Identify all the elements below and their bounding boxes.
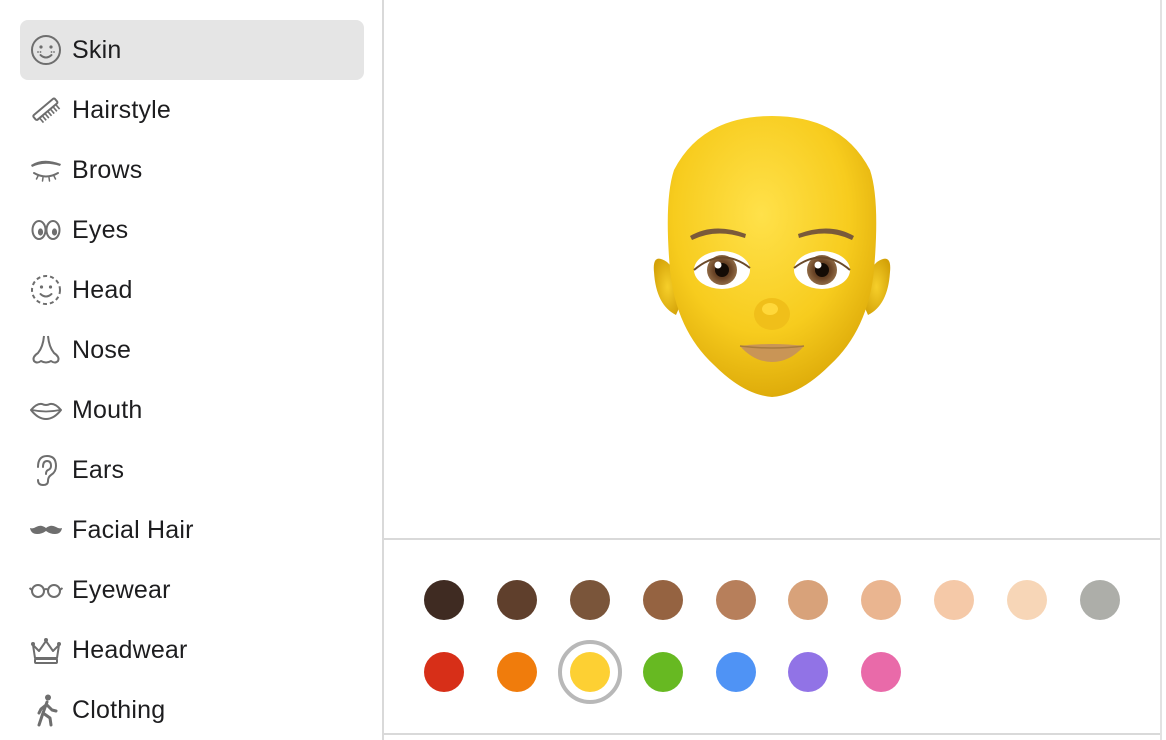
skin-color-swatch[interactable] <box>570 580 610 620</box>
sidebar-item-label: Eyes <box>72 215 129 244</box>
skin-color-swatch[interactable] <box>788 580 828 620</box>
sidebar-item-nose[interactable]: Nose <box>20 320 364 380</box>
eyes-icon <box>28 212 64 248</box>
skin-color-swatch[interactable] <box>1007 580 1047 620</box>
sidebar-item-label: Facial Hair <box>72 515 194 544</box>
sidebar-item-eyewear[interactable]: Eyewear <box>20 560 364 620</box>
palette-bottom-divider <box>384 733 1160 735</box>
comb-icon <box>28 92 64 128</box>
sidebar-item-clothing[interactable]: Clothing <box>20 680 364 740</box>
skin-color-swatch[interactable] <box>861 652 901 692</box>
skin-color-swatch[interactable] <box>424 652 464 692</box>
skin-color-swatch[interactable] <box>716 580 756 620</box>
skin-color-swatch[interactable] <box>643 580 683 620</box>
skin-color-swatch[interactable] <box>788 652 828 692</box>
sidebar-item-label: Ears <box>72 455 125 484</box>
mustache-icon <box>28 512 64 548</box>
memoji-preview <box>384 0 1166 538</box>
walking-figure-icon <box>28 692 64 728</box>
sidebar-item-ears[interactable]: Ears <box>20 440 364 500</box>
sidebar-item-skin[interactable]: Skin <box>20 20 364 80</box>
sidebar-item-label: Brows <box>72 155 143 184</box>
glasses-icon <box>28 572 64 608</box>
lips-icon <box>28 392 64 428</box>
skin-color-swatch[interactable] <box>424 580 464 620</box>
sidebar-item-hairstyle[interactable]: Hairstyle <box>20 80 364 140</box>
sidebar-item-label: Clothing <box>72 695 166 724</box>
panel-border <box>1160 0 1162 740</box>
head-outline-icon <box>28 272 64 308</box>
sidebar-item-label: Hairstyle <box>72 95 172 124</box>
sidebar: Skin Hairstyle Brows Eyes Head Nose Mout… <box>0 0 382 740</box>
nose-icon <box>28 332 64 368</box>
sidebar-item-label: Nose <box>72 335 132 364</box>
skin-color-swatch[interactable] <box>716 652 756 692</box>
sidebar-item-head[interactable]: Head <box>20 260 364 320</box>
skin-color-swatch[interactable] <box>497 652 537 692</box>
sidebar-item-label: Skin <box>72 35 122 64</box>
sidebar-item-brows[interactable]: Brows <box>20 140 364 200</box>
sidebar-item-label: Headwear <box>72 635 188 664</box>
sidebar-item-eyes[interactable]: Eyes <box>20 200 364 260</box>
sidebar-item-facial-hair[interactable]: Facial Hair <box>20 500 364 560</box>
preview-divider <box>384 538 1160 540</box>
skin-color-swatch[interactable] <box>1080 580 1120 620</box>
smile-freckles-icon <box>28 32 64 68</box>
sidebar-item-headwear[interactable]: Headwear <box>20 620 364 680</box>
crown-icon <box>28 632 64 668</box>
ear-icon <box>28 452 64 488</box>
skin-color-swatch[interactable] <box>643 652 683 692</box>
skin-color-swatch[interactable] <box>934 580 974 620</box>
sidebar-item-label: Mouth <box>72 395 143 424</box>
brow-icon <box>28 152 64 188</box>
sidebar-item-mouth[interactable]: Mouth <box>20 380 364 440</box>
skin-color-swatch[interactable] <box>497 580 537 620</box>
skin-color-swatch-selected[interactable] <box>570 652 610 692</box>
skin-color-swatch[interactable] <box>861 580 901 620</box>
sidebar-item-label: Eyewear <box>72 575 171 604</box>
memoji-face-illustration <box>653 116 891 397</box>
sidebar-item-label: Head <box>72 275 133 304</box>
